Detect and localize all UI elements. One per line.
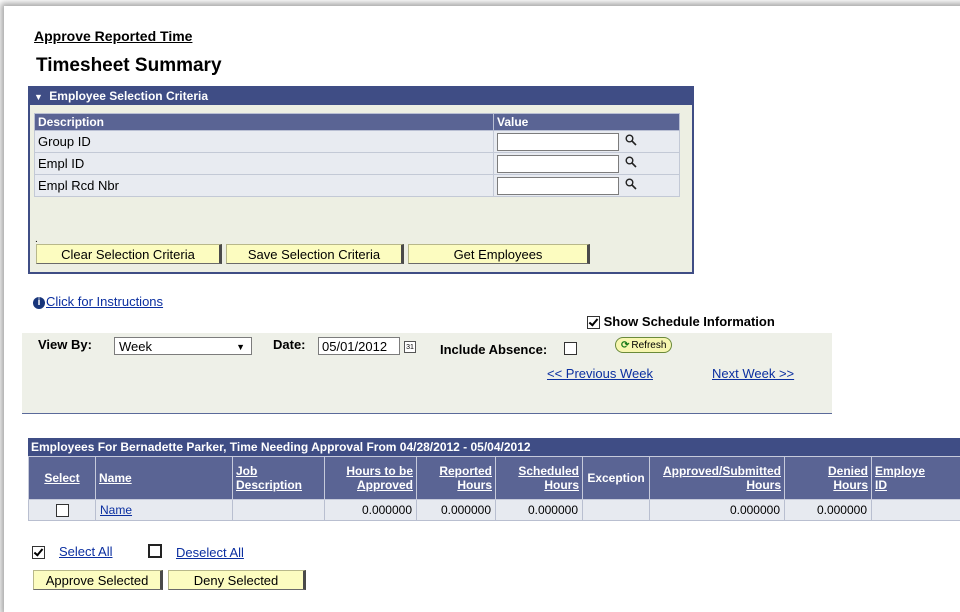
criteria-label: Group ID	[34, 130, 494, 153]
show-schedule-option: Show Schedule Information	[587, 314, 775, 330]
cell-job-description	[232, 499, 325, 521]
criteria-row-group-id: Group ID	[34, 130, 680, 153]
col-denied-hours[interactable]: Denied Hours	[784, 456, 872, 500]
show-schedule-label: Show Schedule Information	[603, 314, 775, 329]
grid-title: Employees For Bernadette Parker, Time Ne…	[28, 438, 960, 456]
deny-selected-button[interactable]: Deny Selected	[168, 570, 306, 590]
info-icon: i	[33, 297, 45, 309]
col-name[interactable]: Name	[95, 456, 233, 500]
employees-table: Select Name Job Description Hours to be Ap…	[28, 456, 960, 521]
col-reported-hours[interactable]: Reported Hours	[416, 456, 496, 500]
cell-employee-id	[871, 499, 960, 521]
employee-name-link[interactable]: Name	[100, 503, 132, 517]
next-week-link[interactable]: Next Week >>	[712, 366, 794, 381]
criteria-row-empl-rcd-nbr: Empl Rcd Nbr	[34, 174, 680, 197]
select-all-link[interactable]: Select All	[59, 544, 112, 559]
refresh-button[interactable]: ⟳ Refresh	[615, 337, 673, 353]
col-select[interactable]: Select	[28, 456, 96, 500]
employees-grid: Employees For Bernadette Parker, Time Ne…	[28, 438, 960, 521]
row-select-checkbox[interactable]	[55, 504, 69, 518]
save-selection-criteria-button[interactable]: Save Selection Criteria	[226, 244, 404, 264]
empl-rcd-nbr-input[interactable]	[497, 176, 619, 195]
col-hours-to-be-approved[interactable]: Hours to be Approved	[324, 456, 417, 500]
criteria-collapse-header[interactable]: ▼ Employee Selection Criteria	[30, 88, 692, 105]
click-for-instructions-link[interactable]: Click for Instructions	[46, 294, 163, 309]
date-input[interactable]: 05/01/2012	[318, 337, 400, 355]
col-header-value: Value	[493, 113, 680, 131]
cell-hours-to-be-approved: 0.000000	[324, 499, 417, 521]
col-employee-id[interactable]: Employe ID	[871, 456, 960, 500]
deselect-all-control: Deselect All	[148, 544, 244, 560]
collapse-triangle-icon: ▼	[34, 92, 43, 102]
criteria-row-empl-id: Empl ID	[34, 152, 680, 175]
view-by-value: Week	[119, 339, 152, 354]
previous-week-link[interactable]: << Previous Week	[547, 366, 653, 381]
lookup-search-icon[interactable]	[625, 156, 637, 171]
clear-selection-criteria-button[interactable]: Clear Selection Criteria	[36, 244, 222, 264]
criteria-label: Empl ID	[34, 152, 494, 175]
get-employees-button[interactable]: Get Employees	[408, 244, 590, 264]
table-row: Name 0.000000 0.000000 0.000000 0.000000…	[28, 499, 960, 521]
col-scheduled-hours[interactable]: Scheduled Hours	[495, 456, 583, 500]
view-by-label: View By:	[38, 337, 92, 352]
empl-id-input[interactable]	[497, 154, 619, 173]
instructions: i Click for Instructions	[33, 294, 163, 309]
select-all-check-icon[interactable]	[32, 546, 45, 560]
criteria-header-label: Employee Selection Criteria	[49, 89, 208, 103]
cell-approved-submitted-hours: 0.000000	[649, 499, 785, 521]
criteria-label: Empl Rcd Nbr	[34, 174, 494, 197]
col-approved-submitted-hours[interactable]: Approved/Submitted Hours	[649, 456, 785, 500]
refresh-label: Refresh	[631, 340, 667, 351]
cell-exception	[582, 499, 650, 521]
approve-selected-button[interactable]: Approve Selected	[33, 570, 163, 590]
cell-denied-hours: 0.000000	[784, 499, 872, 521]
lookup-search-icon[interactable]	[625, 134, 637, 149]
col-header-description: Description	[34, 113, 494, 131]
show-schedule-checkbox[interactable]	[587, 316, 600, 330]
date-label: Date:	[273, 337, 306, 352]
col-job-description[interactable]: Job Description	[232, 456, 325, 500]
include-absence-label: Include Absence:	[440, 342, 548, 357]
page-subtitle: Timesheet Summary	[36, 55, 222, 76]
group-id-input[interactable]	[497, 132, 619, 151]
criteria-table: Description Value Group ID Empl ID Empl …	[34, 113, 680, 197]
cell-reported-hours: 0.000000	[416, 499, 496, 521]
include-absence-checkbox[interactable]	[564, 342, 577, 355]
page-title: Approve Reported Time	[34, 28, 193, 44]
dropdown-arrow-icon: ▼	[236, 342, 245, 352]
deselect-all-box-icon[interactable]	[148, 544, 162, 558]
deselect-all-link[interactable]: Deselect All	[176, 545, 244, 560]
lookup-search-icon[interactable]	[625, 178, 637, 193]
col-exception: Exception	[582, 456, 650, 500]
refresh-icon: ⟳	[621, 340, 630, 351]
select-all-control: Select All	[32, 544, 112, 560]
view-by-select[interactable]: Week ▼	[114, 337, 252, 355]
cell-scheduled-hours: 0.000000	[495, 499, 583, 521]
calendar-icon[interactable]: 31	[404, 341, 416, 353]
view-options-panel: View By: Week ▼ Date: 05/01/2012 31 Incl…	[22, 333, 832, 414]
employee-selection-criteria-panel: ▼ Employee Selection Criteria Descriptio…	[28, 86, 694, 274]
